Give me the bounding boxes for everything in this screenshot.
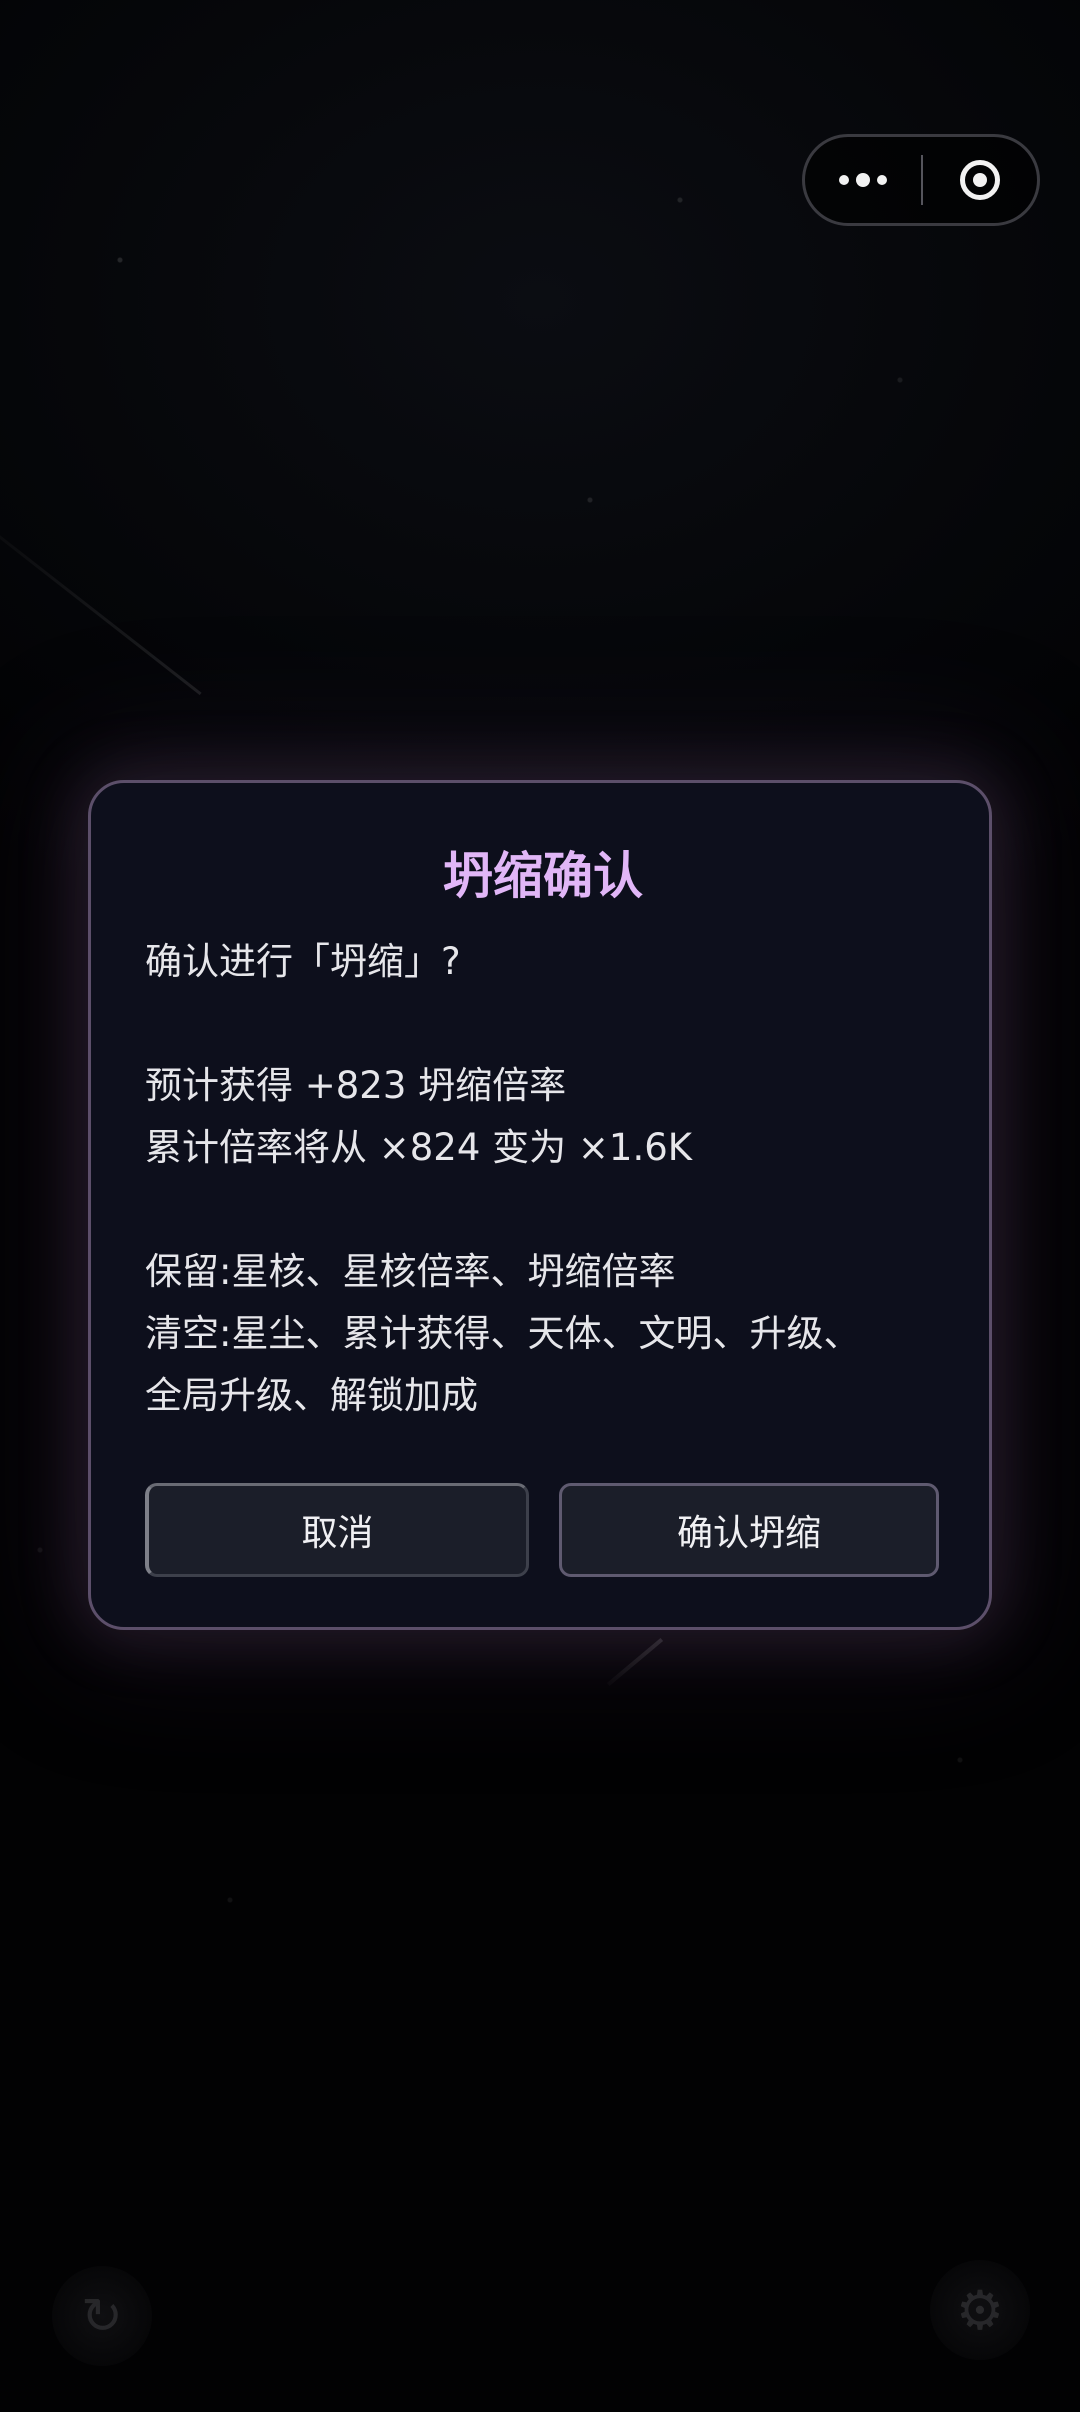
more-dots-icon-right xyxy=(877,175,887,185)
cancel-button[interactable]: 取消 xyxy=(145,1483,529,1577)
gain-line: 预计获得 +823 坍缩倍率 xyxy=(145,1064,567,1107)
multiplier-line: 累计倍率将从 ×824 变为 ×1.6K xyxy=(145,1126,693,1169)
close-miniprogram-button[interactable] xyxy=(923,137,1037,223)
refresh-icon[interactable]: ↻ xyxy=(52,2266,152,2366)
dialog-question: 确认进行「坍缩」? xyxy=(145,940,461,983)
game-screen: ↻ ⚙ 坍缩确认 确认进行「坍缩」? 预计获得 +823 坍缩倍率 累计倍率将从… xyxy=(0,0,1080,2412)
keep-line: 保留:星核、星核倍率、坍缩倍率 xyxy=(145,1250,676,1293)
more-dots-icon-center xyxy=(856,173,870,187)
target-ring-icon xyxy=(960,160,1000,200)
more-dots-icon xyxy=(839,175,849,185)
dialog-body: 确认进行「坍缩」? 预计获得 +823 坍缩倍率 累计倍率将从 ×824 变为 … xyxy=(145,931,945,1427)
confirm-collapse-button[interactable]: 确认坍缩 xyxy=(559,1483,939,1577)
gear-icon[interactable]: ⚙ xyxy=(930,2260,1030,2360)
clear-line: 清空:星尘、累计获得、天体、文明、升级、 xyxy=(145,1312,861,1355)
collapse-confirm-dialog: 坍缩确认 确认进行「坍缩」? 预计获得 +823 坍缩倍率 累计倍率将从 ×82… xyxy=(88,780,992,1630)
dialog-title: 坍缩确认 xyxy=(443,847,643,905)
clear-line-continued: 全局升级、解锁加成 xyxy=(145,1374,478,1417)
miniprogram-capsule xyxy=(802,134,1040,226)
more-button[interactable] xyxy=(805,137,921,223)
